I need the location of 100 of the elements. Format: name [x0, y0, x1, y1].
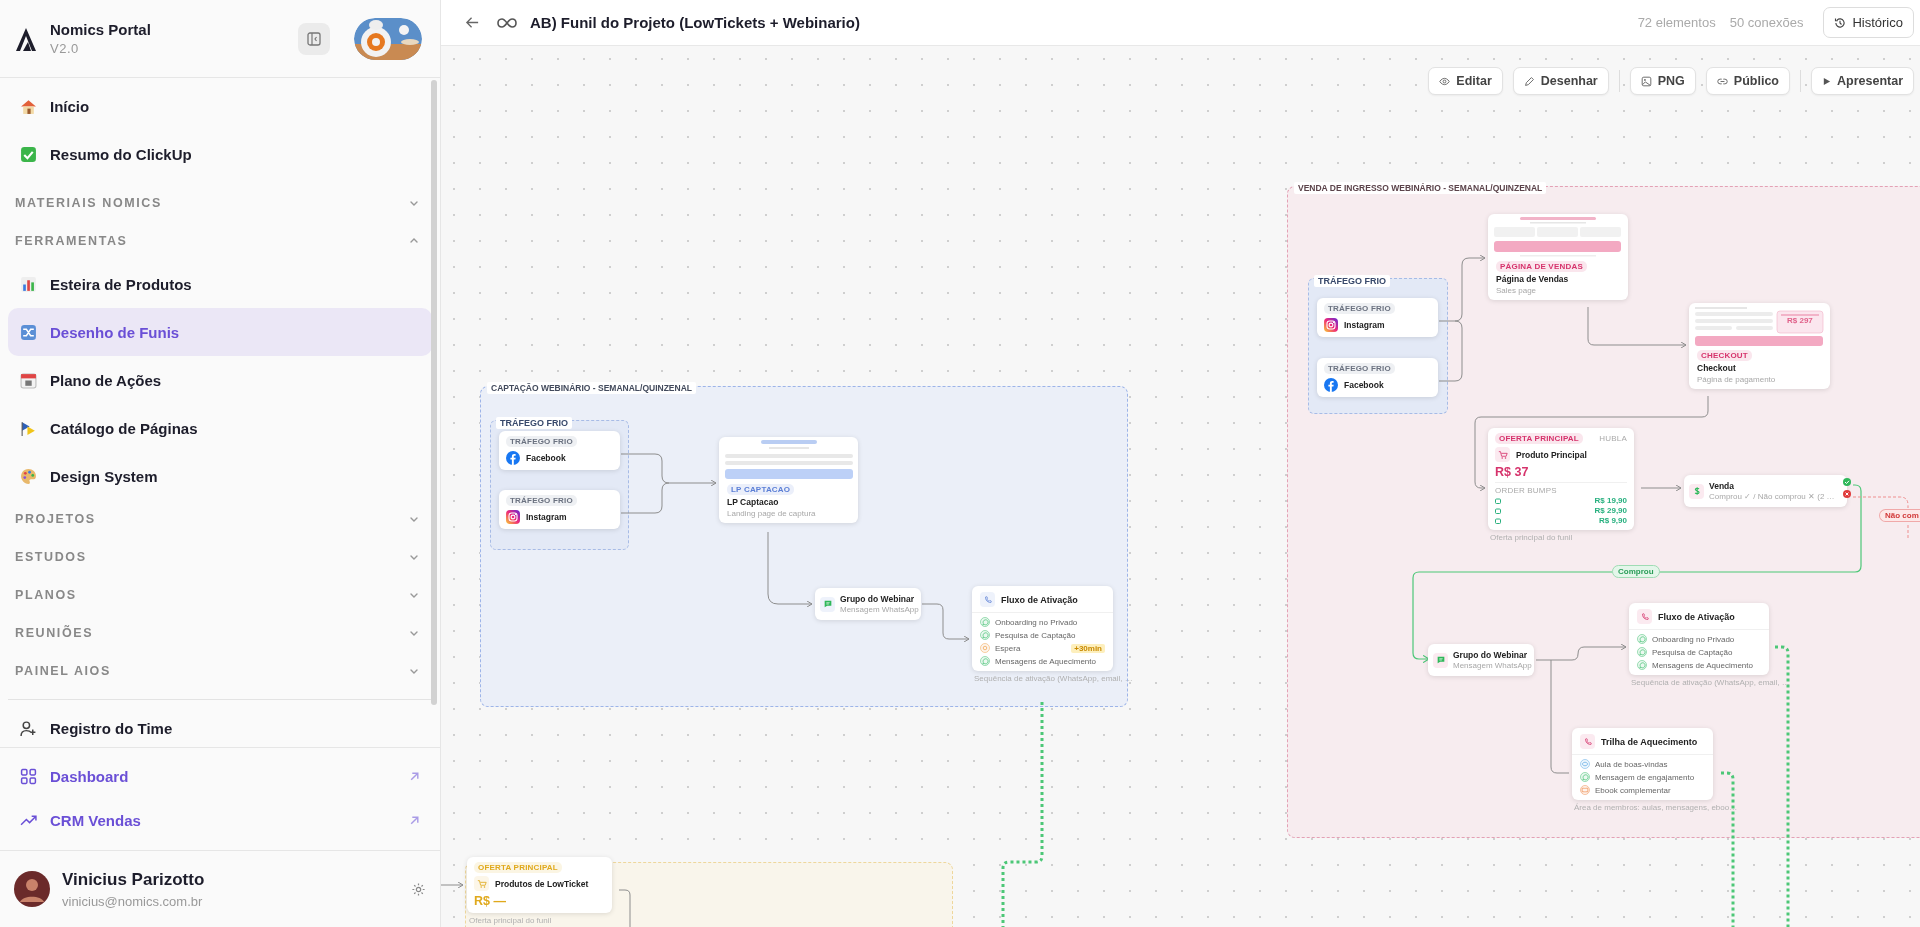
scrollbar[interactable] [431, 80, 437, 705]
wait-step-icon [980, 643, 990, 653]
node-subtitle: Mensagem WhatsApp [840, 605, 919, 614]
toolbar-button[interactable]: Apresentar [1811, 67, 1914, 95]
message-step-icon [980, 617, 990, 627]
external-link[interactable]: CRM Vendas [8, 798, 432, 842]
toolbar-button[interactable]: Editar [1428, 67, 1503, 95]
instagram-icon [506, 510, 520, 524]
toolbar-button[interactable]: PNG [1629, 67, 1696, 95]
source-card[interactable]: TRÁFEGO FRIO Instagram [499, 490, 620, 529]
node-title: Produtos de LowTicket [495, 878, 589, 889]
sequence-card[interactable]: Fluxo de Ativação Onboarding no Privado Pesquisa de Captação Espera +30min Mensagens de Aquecimento [972, 586, 1113, 671]
settings-icon[interactable] [411, 881, 426, 897]
cluster-title: TRÁFEGO FRIO [1314, 275, 1390, 287]
check-circle-icon [1843, 478, 1851, 486]
cross-circle-icon [1843, 490, 1851, 498]
history-button[interactable]: Histórico [1823, 7, 1914, 38]
cart-icon [1497, 449, 1508, 460]
nav-item[interactable]: Resumo do ClickUp [8, 130, 204, 178]
node-caption: Sequência de ativação (WhatsApp, email, … [1631, 678, 1790, 687]
node-subtitle: Sales page [1496, 286, 1538, 295]
flags-icon [20, 419, 37, 437]
mockup-price: R$ 297 [1787, 316, 1813, 325]
facebook-icon [506, 451, 520, 465]
sidebar-icon [307, 31, 321, 46]
user-email: vinicius@nomics.com.br [62, 893, 204, 909]
node-tag: TRÁFEGO FRIO [1324, 363, 1395, 374]
node-title: Checkout [1697, 363, 1737, 373]
node-title: Venda [1709, 481, 1736, 491]
node-title: Facebook [526, 453, 566, 463]
arrow-up-right-icon [409, 770, 420, 782]
source-card[interactable]: TRÁFEGO FRIO Facebook [499, 431, 620, 470]
nav-item[interactable]: Design System [8, 452, 170, 500]
page-card[interactable]: R$ 297 CHECKOUT Checkout Página de pagamento [1689, 303, 1830, 389]
node-tag: OFERTA PRINCIPAL [474, 862, 562, 873]
instagram-icon [1324, 318, 1338, 332]
node-subtitle: Página de pagamento [1697, 375, 1777, 384]
nav-item[interactable]: Esteira de Produtos [8, 260, 204, 308]
shuffle-icon [20, 323, 37, 341]
node-subtitle: Mensagem WhatsApp [1453, 661, 1532, 670]
image-icon [1640, 75, 1652, 87]
node-title: Grupo do Webinar [1453, 650, 1528, 660]
nav-item[interactable]: Desenho de Funis [8, 308, 432, 356]
step-label: Ebook complementar [1595, 785, 1672, 795]
source-card[interactable]: TRÁFEGO FRIO Instagram [1317, 298, 1438, 337]
collapse-sidebar-button[interactable] [298, 22, 330, 55]
facebook-icon [1324, 378, 1338, 392]
chat-icon [822, 599, 833, 609]
connector-line [1438, 320, 1463, 382]
message-card[interactable]: Grupo do Webinar Mensagem WhatsApp [815, 588, 921, 620]
back-arrow-icon[interactable] [465, 15, 480, 30]
bump-price: R$ 19,90 [1594, 496, 1627, 505]
message-step-icon [1637, 660, 1647, 670]
toolbar-button[interactable]: Desenhar [1512, 67, 1609, 95]
platform-label: HUBLA [1599, 434, 1627, 443]
infinity-icon [496, 16, 518, 29]
node-title: Grupo do Webinar [840, 594, 915, 604]
node-title: Trilha de Aquecimento [1601, 736, 1698, 747]
section-header[interactable]: MATERIAIS NOMICS [8, 184, 432, 222]
book-step-icon [1580, 785, 1590, 795]
step-label: Mensagem de engajamento [1595, 772, 1696, 782]
connector-arrow [441, 881, 464, 889]
nav-item[interactable]: Catálogo de Páginas [8, 404, 210, 452]
node-tag: CHECKOUT [1697, 350, 1752, 361]
user-name: Vinicius Parizotto [62, 869, 206, 890]
version-label: V2.0 [50, 41, 80, 56]
node-tag: LP CAPTACAO [727, 484, 795, 495]
nav-item[interactable]: Registro do Time [8, 704, 185, 747]
house-icon [20, 97, 37, 115]
source-card[interactable]: TRÁFEGO FRIO Facebook [1317, 358, 1438, 397]
node-tag: TRÁFEGO FRIO [506, 436, 577, 447]
node-title: Produto Principal [1516, 449, 1587, 460]
nav-item[interactable]: Plano de Ações [8, 356, 174, 404]
nav-item[interactable]: Início [8, 82, 102, 130]
price-label: R$ — [474, 894, 507, 908]
node-subtitle: Comprou ✓ / Não comprou ✕ (2 … [1709, 492, 1835, 501]
node-title: Fluxo de Ativação [1658, 611, 1735, 622]
bump-price: R$ 9,90 [1598, 516, 1627, 525]
node-caption: Sequência de ativação (WhatsApp, email, … [974, 674, 1133, 683]
play-icon [1822, 76, 1831, 86]
offer-card[interactable]: OFERTA PRINCIPAL Produtos de LowTicket R$ — [467, 857, 612, 913]
node-title: Fluxo de Ativação [1001, 594, 1078, 605]
node-caption: Área de membros: aulas, mensagens, eboo… [1574, 803, 1738, 812]
bumps-label: ORDER BUMPS [1495, 486, 1558, 495]
group-title: VENDA DE INGRESSO WEBINÁRIO - SEMANAL/QUINZENAL [1294, 182, 1547, 194]
toolbar-button[interactable]: Público [1705, 67, 1790, 95]
step-label: Onboarding no Privado [995, 617, 1079, 627]
sequence-card[interactable]: Fluxo de Ativação Onboarding no Privado Pesquisa de Captação Mensagens de Aquecimento [1629, 603, 1769, 675]
message-step-icon [1637, 634, 1647, 644]
page-card[interactable]: LP CAPTACAO LP Captacao Landing page de captura [719, 437, 858, 523]
external-link[interactable]: Dashboard [8, 754, 432, 798]
sequence-card[interactable]: Trilha de Aquecimento Aula de boas-vindas Mensagem de engajamento Ebook complementar [1572, 728, 1713, 800]
node-icon [1639, 611, 1650, 622]
page-card[interactable]: PÁGINA DE VENDAS Página de Vendas Sales page [1488, 214, 1628, 300]
node-tag: OFERTA PRINCIPAL [1495, 433, 1583, 444]
message-card[interactable]: Grupo do Webinar Mensagem WhatsApp [1428, 644, 1534, 676]
connector-arrow [921, 603, 970, 643]
grid-icon [20, 767, 37, 785]
decision-card[interactable]: Venda Comprou ✓ / Não comprou ✕ (2 … [1684, 475, 1847, 507]
offer-card[interactable]: OFERTA PRINCIPAL HUBLA Produto Principal R$ 37 ORDER BUMPS R$ 19,90 R$ 29,90 R$ 9,90 [1488, 428, 1634, 530]
